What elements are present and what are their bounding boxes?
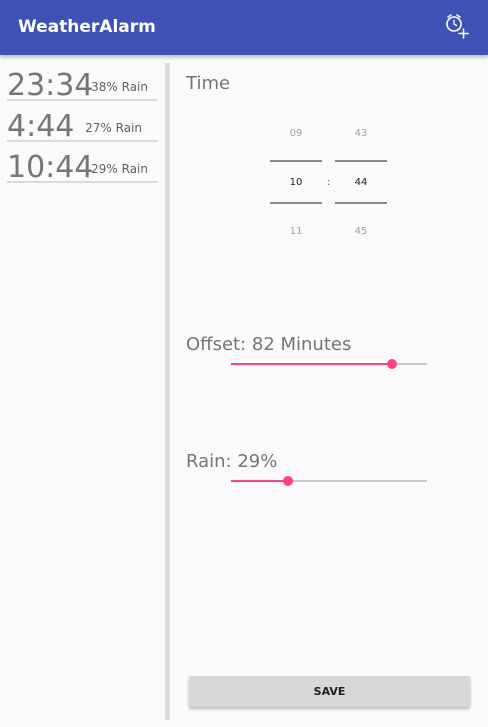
hour-next[interactable]: 11 bbox=[270, 226, 322, 237]
app-title: WeatherAlarm bbox=[18, 17, 156, 37]
hour-prev[interactable]: 09 bbox=[270, 128, 322, 139]
slider-thumb[interactable] bbox=[386, 359, 397, 369]
pane-divider bbox=[165, 63, 170, 720]
alarm-rain-chance: 27% Rain bbox=[85, 121, 142, 135]
alarm-list-item[interactable]: 10:44 29% Rain bbox=[7, 142, 158, 183]
alarm-time: 10:44 bbox=[7, 150, 94, 185]
alarm-time: 4:44 bbox=[7, 109, 75, 144]
hour-divider-top bbox=[270, 160, 322, 162]
minute-input[interactable]: 44 bbox=[335, 177, 387, 188]
alarm-list-item[interactable]: 4:44 27% Rain bbox=[7, 101, 158, 142]
time-separator: : bbox=[327, 177, 331, 188]
slider-fill bbox=[231, 363, 392, 365]
minute-next[interactable]: 45 bbox=[335, 226, 387, 237]
app-bar: WeatherAlarm bbox=[0, 0, 488, 55]
offset-slider[interactable] bbox=[231, 357, 427, 371]
minute-divider-bottom bbox=[335, 202, 387, 204]
save-button[interactable]: SAVE bbox=[189, 676, 470, 707]
alarm-time: 23:34 bbox=[7, 68, 94, 103]
hour-divider-bottom bbox=[270, 202, 322, 204]
alarm-add-icon[interactable] bbox=[442, 11, 472, 41]
alarm-rain-chance: 29% Rain bbox=[91, 162, 148, 176]
time-label: Time bbox=[186, 73, 231, 94]
alarm-list-item[interactable]: 23:34 38% Rain bbox=[7, 60, 158, 101]
rain-slider[interactable] bbox=[231, 474, 427, 488]
minute-prev[interactable]: 43 bbox=[335, 128, 387, 139]
offset-label: Offset: 82 Minutes bbox=[186, 334, 352, 355]
slider-thumb[interactable] bbox=[282, 476, 293, 486]
minute-divider-top bbox=[335, 160, 387, 162]
alarm-rain-chance: 38% Rain bbox=[91, 80, 148, 94]
slider-fill bbox=[231, 480, 288, 482]
rain-label: Rain: 29% bbox=[186, 451, 278, 472]
hour-input[interactable]: 10 bbox=[270, 177, 322, 188]
